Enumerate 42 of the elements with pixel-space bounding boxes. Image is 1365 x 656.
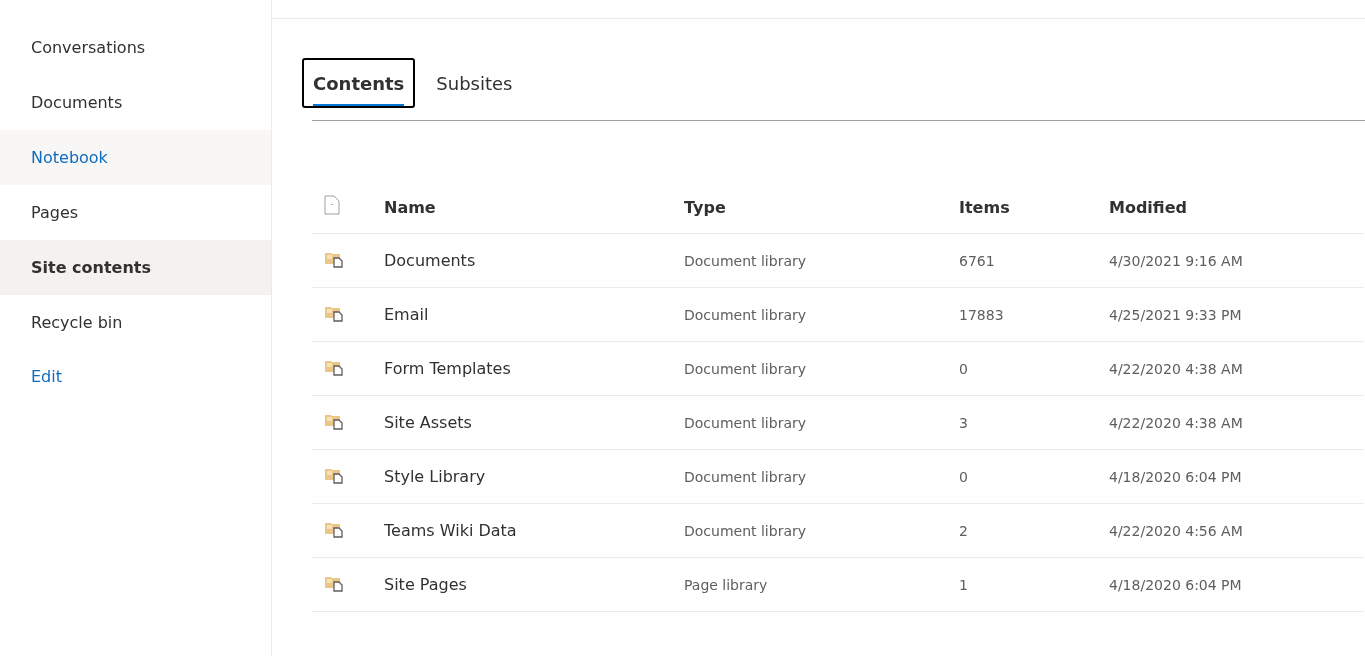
column-header[interactable]: Modified [1109, 197, 1187, 217]
items-count: 0 [959, 360, 968, 377]
items-count: 17883 [959, 306, 1004, 323]
nav-item[interactable]: Documents [0, 75, 271, 130]
column-header[interactable]: Items [959, 197, 1010, 217]
tab[interactable]: Subsites [425, 58, 524, 108]
item-name-link[interactable]: Site Assets [384, 413, 472, 432]
type-cell: Document library [684, 414, 807, 431]
modified-date: 4/22/2020 4:56 AM [1109, 522, 1243, 539]
modified-date: 4/22/2020 4:38 AM [1109, 414, 1243, 431]
column-header[interactable]: Type [684, 197, 726, 217]
modified-date: 4/18/2020 6:04 PM [1109, 468, 1242, 485]
type-cell: Document library [684, 522, 807, 539]
items-count: 3 [959, 414, 968, 431]
modified-date: 4/18/2020 6:04 PM [1109, 576, 1242, 593]
item-name-link[interactable]: Teams Wiki Data [384, 521, 517, 540]
items-count: 1 [959, 576, 968, 593]
type-cell: Document library [684, 306, 807, 323]
item-name-link[interactable]: Site Pages [384, 575, 467, 594]
modified-date: 4/25/2021 9:33 PM [1109, 306, 1242, 323]
nav-item[interactable]: Site contents [0, 240, 271, 295]
file-icon [324, 195, 340, 215]
edit-link[interactable]: Edit [0, 350, 271, 404]
nav-item[interactable]: Conversations [0, 20, 271, 75]
modified-date: 4/22/2020 4:38 AM [1109, 360, 1243, 377]
modified-date: 4/30/2021 9:16 AM [1109, 252, 1243, 269]
nav-item[interactable]: Pages [0, 185, 271, 240]
type-cell: Document library [684, 360, 807, 377]
type-cell: Page library [684, 576, 768, 593]
nav-item[interactable]: Notebook [0, 130, 271, 185]
column-header[interactable]: Name [384, 197, 436, 217]
item-name-link[interactable]: Style Library [384, 467, 486, 486]
item-name-link[interactable]: Documents [384, 251, 476, 270]
items-count: 2 [959, 522, 968, 539]
items-count: 6761 [959, 252, 995, 269]
items-count: 0 [959, 468, 968, 485]
tab[interactable]: Contents [302, 58, 416, 108]
type-cell: Document library [684, 252, 807, 269]
item-name-link[interactable]: Email [384, 305, 429, 324]
item-name-link[interactable]: Form Templates [384, 359, 511, 378]
type-cell: Document library [684, 468, 807, 485]
nav-item[interactable]: Recycle bin [0, 295, 271, 350]
